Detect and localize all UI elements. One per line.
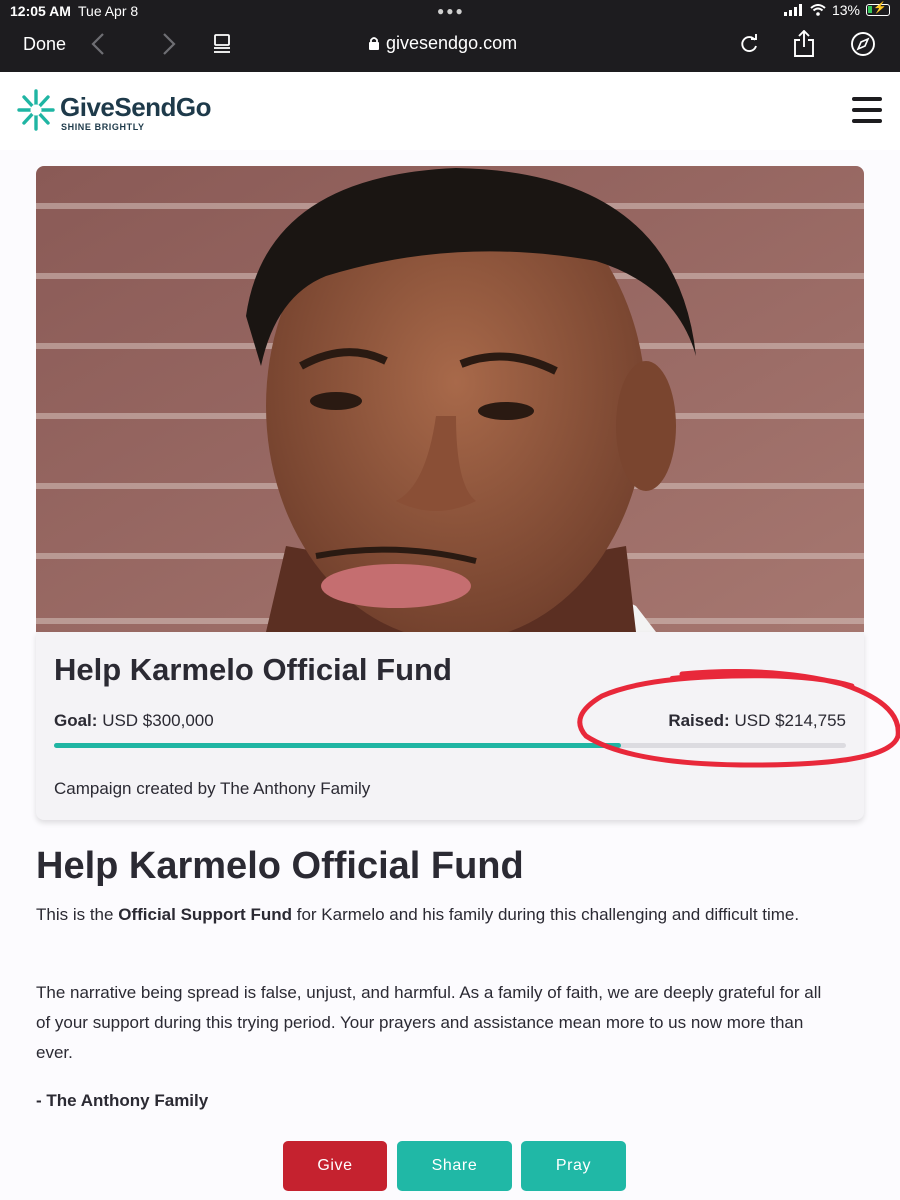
goal-value: USD $300,000 — [102, 711, 214, 730]
creator-name-link[interactable]: The Anthony Family — [220, 779, 370, 798]
funding-progress-bar — [54, 743, 846, 748]
brand-tagline: SHINE BRIGHTLY — [61, 122, 145, 132]
campaign-photo — [36, 166, 864, 632]
description-title: Help Karmelo Official Fund — [36, 845, 524, 887]
cellular-signal-icon — [783, 4, 802, 16]
status-indicators: 13% ⚡ — [783, 2, 890, 18]
funding-progress-fill — [54, 743, 621, 748]
reader-view-icon[interactable] — [208, 30, 236, 58]
status-date: Tue Apr 8 — [78, 3, 139, 19]
givesendgo-logo-icon[interactable] — [16, 88, 56, 132]
description-paragraph-2: The narrative being spread is false, unj… — [36, 983, 822, 1062]
lock-icon — [369, 37, 379, 50]
wifi-icon — [810, 4, 826, 16]
menu-hamburger-icon[interactable] — [852, 97, 882, 123]
multitask-dots-icon[interactable]: ●●● — [437, 4, 465, 18]
raised-amount: Raised: USD $214,755 — [668, 711, 846, 731]
forward-arrow-icon[interactable] — [155, 30, 183, 58]
p1-prefix: This is the — [36, 905, 114, 924]
creator-prefix: Campaign created by — [54, 779, 216, 798]
reload-icon[interactable] — [735, 30, 763, 58]
p1-bold: Official Support Fund — [118, 905, 292, 924]
pray-button[interactable]: Pray — [521, 1141, 626, 1191]
done-button[interactable]: Done — [23, 34, 66, 55]
battery-charging-icon: ⚡ — [866, 2, 890, 16]
goal-label: Goal: — [54, 711, 98, 730]
raised-value: USD $214,755 — [734, 711, 846, 730]
status-time: 12:05 AM — [10, 3, 71, 19]
campaign-summary-card: Help Karmelo Official Fund Goal: USD $30… — [36, 632, 864, 820]
goal-amount: Goal: USD $300,000 — [54, 711, 214, 731]
share-button[interactable]: Share — [397, 1141, 512, 1191]
raised-label: Raised: — [668, 711, 730, 730]
campaign-title: Help Karmelo Official Fund — [54, 652, 452, 687]
back-arrow-icon[interactable] — [84, 30, 112, 58]
compass-icon[interactable] — [849, 30, 877, 58]
description-signature: - The Anthony Family — [36, 1091, 209, 1110]
share-icon[interactable] — [790, 30, 818, 58]
campaign-creator: Campaign created by The Anthony Family — [54, 779, 370, 799]
description-paragraph-1: This is the Official Support Fund for Ka… — [36, 900, 836, 930]
url-text: givesendgo.com — [386, 33, 518, 53]
site-header: GiveSendGo SHINE BRIGHTLY — [0, 72, 900, 150]
battery-percent: 13% — [831, 2, 860, 18]
brand-name[interactable]: GiveSendGo — [60, 92, 212, 123]
p1-suffix: for Karmelo and his family during this c… — [296, 905, 800, 924]
address-bar[interactable]: givesendgo.com — [368, 33, 517, 54]
give-button[interactable]: Give — [283, 1141, 387, 1191]
browser-toolbar: 12:05 AM Tue Apr 8 ●●● 13% ⚡ Done givese… — [0, 0, 900, 72]
